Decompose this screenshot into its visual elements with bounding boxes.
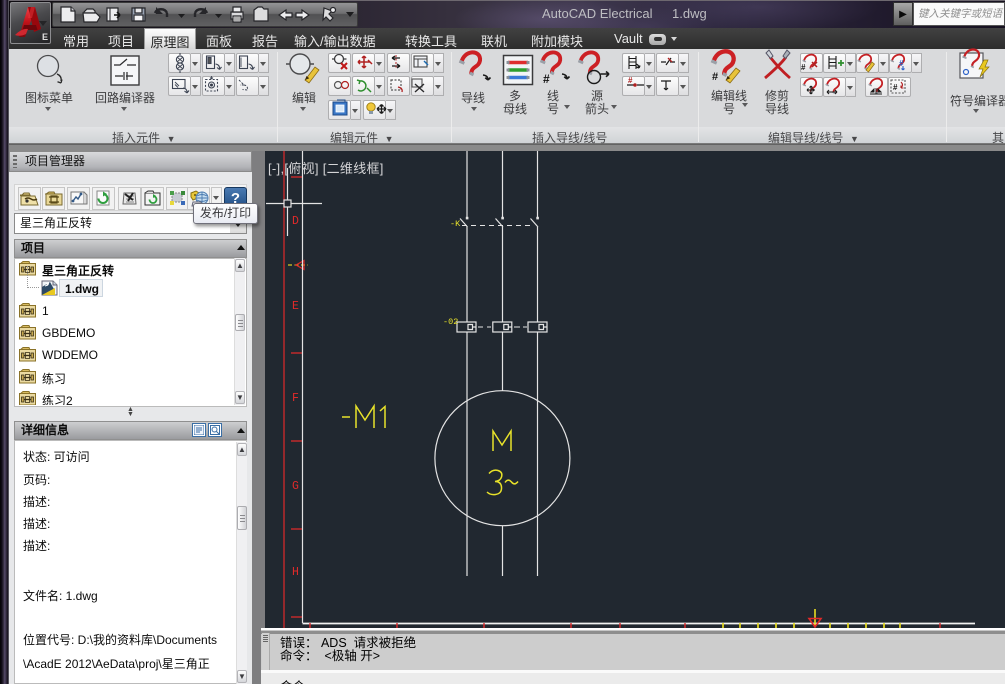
svg-text:#: # (712, 71, 718, 83)
svg-text:-02: -02 (443, 317, 458, 327)
svg-text:E: E (292, 300, 299, 313)
svg-text:#: # (801, 63, 806, 72)
svg-text:G: G (292, 480, 299, 493)
svg-text:#: # (543, 72, 550, 86)
svg-text:#: # (893, 83, 898, 92)
svg-text:H: H (292, 566, 299, 579)
svg-text:-K: -K (450, 219, 461, 229)
svg-text:#: # (628, 76, 633, 85)
svg-text:D: D (292, 215, 299, 228)
svg-text:F: F (292, 392, 299, 405)
